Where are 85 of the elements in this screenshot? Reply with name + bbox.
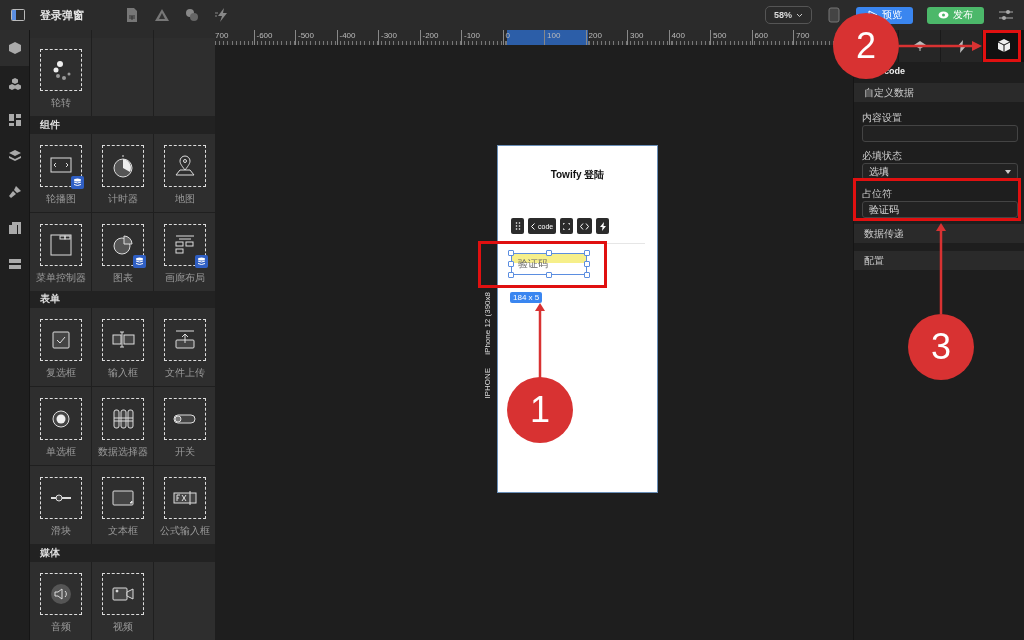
- expand-icon: [563, 222, 571, 230]
- tile-label: 地图: [174, 191, 195, 206]
- cube-icon: [7, 41, 22, 55]
- cubes-icon: [7, 77, 22, 91]
- layers-icon: [7, 149, 22, 163]
- tile-label: 菜单控制器: [35, 270, 86, 285]
- component-tile[interactable]: 轮转: [30, 37, 91, 116]
- list-icon: [7, 257, 22, 271]
- eye-icon: [938, 11, 949, 19]
- bolt-icon[interactable]: [214, 7, 230, 23]
- component-tile[interactable]: 数据选择器: [92, 387, 153, 466]
- bolt-icon: [957, 39, 966, 53]
- component-tile[interactable]: 菜单控制器: [30, 212, 91, 291]
- chevron-left-icon: [531, 222, 535, 230]
- resize-handle[interactable]: [546, 272, 552, 278]
- tile-label: 文本框: [107, 524, 138, 539]
- size-label: 184 x 5: [510, 292, 543, 303]
- brush-icon: [7, 185, 22, 199]
- circles-icon[interactable]: [184, 7, 200, 23]
- section-header[interactable]: 数据传递: [854, 224, 1024, 243]
- bolt-button[interactable]: [596, 218, 610, 234]
- project-title: 登录弹窗: [40, 7, 84, 23]
- expand-button[interactable]: [560, 218, 574, 234]
- tile-label: 输入框: [107, 366, 138, 381]
- component-tile[interactable]: 复选框: [30, 308, 91, 387]
- tile-label: 图表: [112, 270, 133, 285]
- component-tile[interactable]: 单选框: [30, 387, 91, 466]
- bolt-icon: [599, 221, 606, 231]
- tile-label: 画廊布局: [164, 270, 205, 285]
- document-icon[interactable]: [124, 7, 140, 23]
- component-tile[interactable]: 文件上传: [154, 308, 215, 387]
- tile-label: 数据选择器: [97, 445, 148, 460]
- component-tile[interactable]: 轮播图: [30, 133, 91, 212]
- tile-label: 开关: [174, 445, 195, 460]
- component-tile[interactable]: 文本框: [92, 466, 153, 545]
- device-label: IPHONE: [483, 368, 492, 399]
- component-tile[interactable]: 计时器: [92, 133, 153, 212]
- field-label: 占位符: [862, 188, 893, 199]
- tile-label: 滑块: [50, 524, 71, 539]
- component-tile[interactable]: 开关: [154, 387, 215, 466]
- tile-label: 轮播图: [45, 191, 76, 206]
- component-tile[interactable]: 画廊布局: [154, 212, 215, 291]
- zoom-dropdown[interactable]: 58%: [765, 6, 812, 24]
- section-heading: 媒体: [30, 544, 215, 562]
- phone-icon[interactable]: [826, 7, 842, 23]
- component-tile[interactable]: 图表: [92, 212, 153, 291]
- component-tile[interactable]: 公式输入框: [154, 466, 215, 545]
- tile-label: 文件上传: [164, 366, 205, 381]
- field-label: 必填状态: [862, 150, 903, 161]
- caret-icon: [1005, 169, 1011, 174]
- section-header[interactable]: 配置: [854, 251, 1024, 270]
- sliders-icon[interactable]: [998, 7, 1014, 23]
- component-tile[interactable]: 音频: [30, 562, 91, 640]
- field-label: 内容设置: [862, 112, 903, 123]
- component-tile[interactable]: 输入框: [92, 308, 153, 387]
- sidebar-toggle-icon[interactable]: [10, 7, 26, 23]
- switch-icon: [173, 414, 196, 425]
- page-title: Towify 登陆: [550, 168, 605, 182]
- layout-icon: [7, 113, 22, 127]
- tile-label: 轮转: [50, 95, 71, 110]
- grip-icon: [514, 222, 521, 230]
- tile-label: 公式输入框: [159, 524, 210, 539]
- code-button[interactable]: [577, 218, 593, 234]
- resize-handle[interactable]: [546, 250, 552, 256]
- highlight-frame: [983, 30, 1021, 62]
- grip-button[interactable]: [511, 218, 524, 234]
- input-field[interactable]: [862, 125, 1018, 142]
- component-tile[interactable]: 滑块: [30, 466, 91, 545]
- tile-label: 视频: [112, 620, 133, 634]
- section-header[interactable]: 自定义数据: [854, 83, 1024, 102]
- tile-label: 计时器: [107, 191, 138, 206]
- triangle-icon[interactable]: [154, 7, 170, 23]
- cube-icon: [995, 38, 1012, 54]
- panels-icon: [7, 221, 22, 235]
- tile-label: 音频: [50, 620, 71, 634]
- input-field[interactable]: 验证码: [862, 201, 1018, 218]
- caret-icon: [796, 12, 803, 18]
- tile-label: 单选框: [45, 445, 76, 460]
- tile-label: 复选框: [45, 366, 76, 381]
- device-label: iPhone 12 (390x8: [483, 292, 492, 355]
- slider-icon: [49, 494, 72, 503]
- layers-icon: [912, 40, 927, 52]
- component-tile[interactable]: 地图: [154, 133, 215, 212]
- code-icon: [580, 222, 590, 230]
- component-tile[interactable]: 视频: [92, 562, 153, 640]
